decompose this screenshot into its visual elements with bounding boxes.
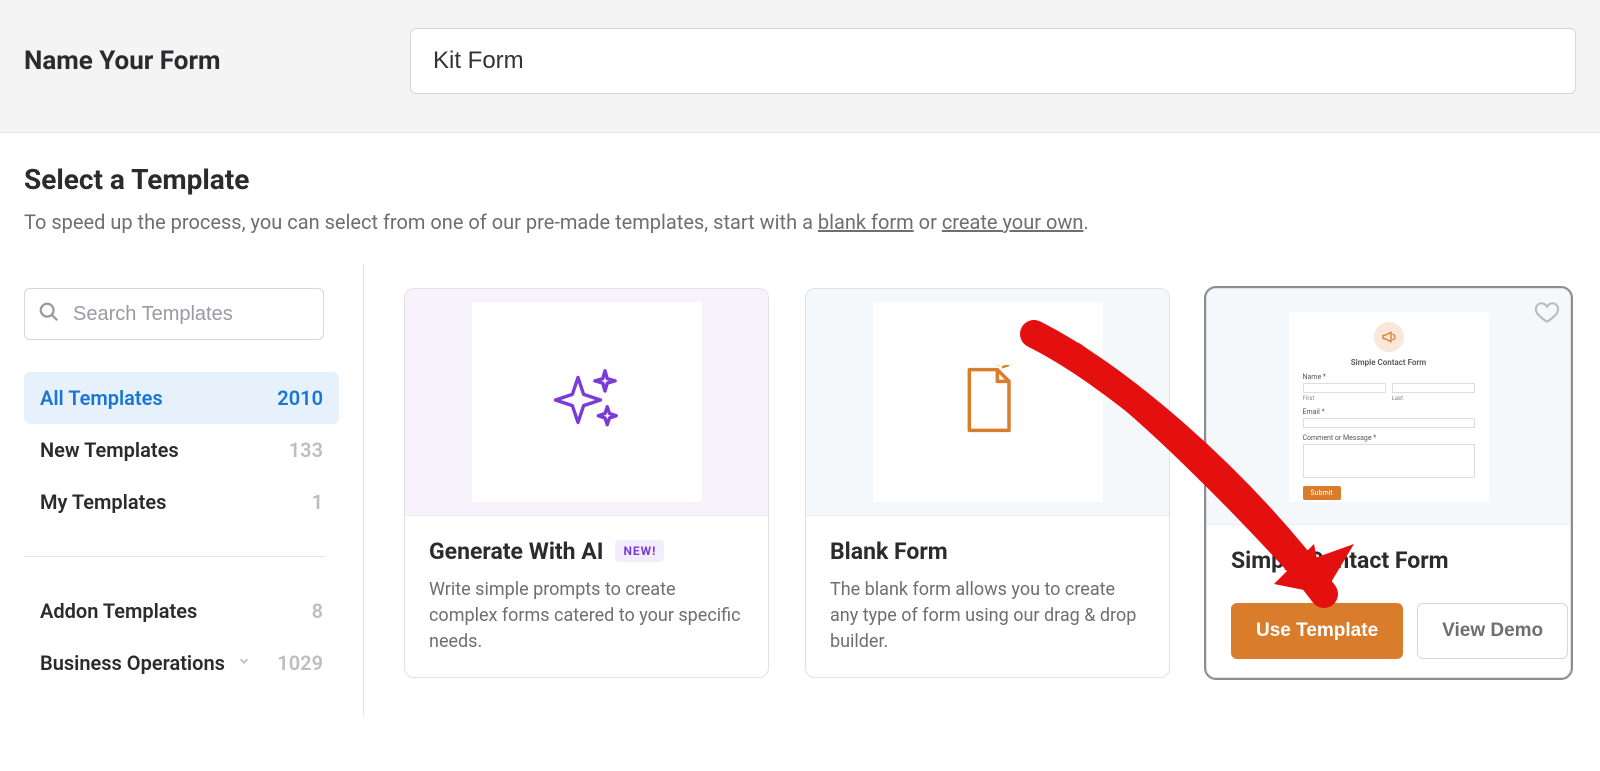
- subtitle-text-end: .: [1083, 210, 1088, 234]
- view-demo-button[interactable]: View Demo: [1417, 603, 1568, 659]
- sidebar-divider: [24, 556, 324, 557]
- search-templates-input[interactable]: [24, 288, 324, 340]
- category-label: Business Operations: [40, 651, 225, 675]
- card-title: Simple Contact Form: [1231, 547, 1449, 574]
- megaphone-icon: [1374, 322, 1404, 352]
- category-label: Addon Templates: [40, 599, 197, 623]
- blank-form-link[interactable]: blank form: [818, 210, 914, 234]
- create-your-own-link[interactable]: create your own: [942, 210, 1084, 234]
- file-icon: [959, 365, 1017, 439]
- preview-submit-button: Submit: [1303, 486, 1341, 500]
- chevron-down-icon: [237, 654, 251, 672]
- category-count: 1029: [277, 651, 323, 675]
- card-preview: Simple Contact Form Name * First Last Em…: [1207, 289, 1570, 525]
- card-preview: [806, 289, 1169, 516]
- search-icon: [38, 301, 60, 327]
- preview-title: Simple Contact Form: [1303, 358, 1475, 367]
- card-preview: [405, 289, 768, 516]
- form-name-input[interactable]: [410, 28, 1576, 94]
- subtitle-text-mid: or: [914, 210, 942, 234]
- select-template-title: Select a Template: [24, 163, 1576, 196]
- subtitle-text-pre: To speed up the process, you can select …: [24, 210, 818, 234]
- select-template-subtitle: To speed up the process, you can select …: [24, 210, 1576, 234]
- preview-first-label: First: [1303, 395, 1386, 402]
- category-new-templates[interactable]: New Templates 133: [24, 424, 339, 476]
- category-label: New Templates: [40, 438, 179, 462]
- favorite-heart-icon[interactable]: [1534, 299, 1560, 329]
- preview-comment-label: Comment or Message *: [1303, 434, 1475, 442]
- use-template-button[interactable]: Use Template: [1231, 603, 1403, 659]
- preview-email-label: Email *: [1303, 408, 1475, 416]
- category-count: 2010: [277, 386, 323, 410]
- card-title: Generate With AI: [429, 538, 603, 565]
- category-business-operations[interactable]: Business Operations 1029: [24, 637, 339, 689]
- category-addon-templates[interactable]: Addon Templates 8: [24, 585, 339, 637]
- category-label: My Templates: [40, 490, 166, 514]
- card-title: Blank Form: [830, 538, 948, 565]
- name-form-label: Name Your Form: [24, 46, 410, 76]
- template-card-blank[interactable]: Blank Form The blank form allows you to …: [805, 288, 1170, 678]
- template-gallery: Generate With AI NEW! Write simple promp…: [364, 264, 1600, 717]
- sidebar: All Templates 2010 New Templates 133 My …: [24, 264, 364, 717]
- category-all-templates[interactable]: All Templates 2010: [24, 372, 339, 424]
- sparkles-icon: [551, 364, 623, 440]
- category-my-templates[interactable]: My Templates 1: [24, 476, 339, 528]
- select-template-section: Select a Template To speed up the proces…: [0, 133, 1600, 234]
- preview-name-label: Name *: [1303, 373, 1475, 381]
- category-count: 1: [312, 490, 323, 514]
- name-form-bar: Name Your Form: [0, 0, 1600, 133]
- card-description: Write simple prompts to create complex f…: [429, 577, 744, 655]
- card-description: The blank form allows you to create any …: [830, 577, 1145, 655]
- category-label: All Templates: [40, 386, 163, 410]
- category-count: 133: [289, 438, 323, 462]
- category-count: 8: [312, 599, 323, 623]
- template-card-simple-contact[interactable]: Simple Contact Form Name * First Last Em…: [1206, 288, 1571, 678]
- new-badge: NEW!: [615, 540, 664, 562]
- preview-last-label: Last: [1392, 395, 1475, 402]
- template-card-generate-ai[interactable]: Generate With AI NEW! Write simple promp…: [404, 288, 769, 678]
- category-list-primary: All Templates 2010 New Templates 133 My …: [24, 372, 339, 528]
- category-list-secondary: Addon Templates 8 Business Operations 10…: [24, 585, 339, 689]
